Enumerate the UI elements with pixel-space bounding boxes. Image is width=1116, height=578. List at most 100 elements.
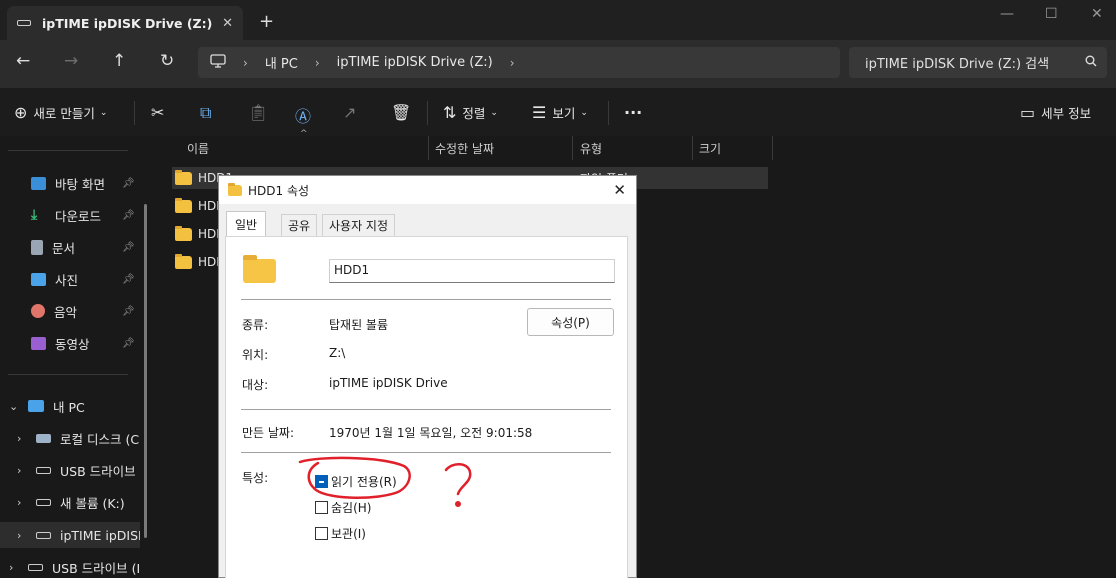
new-button[interactable]: ⊕ 새로 만들기 ⌄ bbox=[14, 103, 107, 122]
tab-bar: ipTIME ipDISK Drive (Z:) ✕ + — ☐ ✕ bbox=[0, 0, 1116, 40]
target-label: 대상: bbox=[242, 378, 269, 392]
sidebar-item-music[interactable]: 음악 📌︎ bbox=[0, 298, 140, 324]
properties-button[interactable]: 속성(P) bbox=[527, 308, 614, 336]
sidebar-item-usb-drive-2[interactable]: › USB 드라이브 (I bbox=[0, 554, 140, 578]
sidebar-item-documents[interactable]: 문서 📌︎ bbox=[0, 234, 140, 260]
address-bar[interactable]: › 내 PC › ipTIME ipDISK Drive (Z:) › bbox=[198, 47, 840, 78]
sidebar-item-desktop[interactable]: 바탕 화면 📌︎ bbox=[0, 170, 140, 196]
location-label: 위치: bbox=[242, 348, 269, 362]
checkbox-icon[interactable] bbox=[315, 527, 328, 540]
divider bbox=[241, 299, 611, 300]
sidebar-label: 새 볼륨 (K:) bbox=[60, 495, 125, 511]
forward-icon[interactable]: → bbox=[64, 51, 78, 71]
created-label: 만든 날짜: bbox=[242, 426, 295, 440]
column-divider[interactable] bbox=[772, 136, 773, 160]
sidebar-item-iptime-disk[interactable]: › ipTIME ipDISK bbox=[0, 522, 140, 548]
cut-icon[interactable]: ✂ bbox=[151, 103, 164, 122]
divider bbox=[608, 101, 609, 125]
details-button[interactable]: ▭ 세부 정보 bbox=[1020, 103, 1091, 122]
chevron-right-icon[interactable]: › bbox=[17, 432, 27, 445]
tab-title: ipTIME ipDISK Drive (Z:) bbox=[42, 15, 213, 31]
delete-icon[interactable]: 🗑︎ bbox=[391, 103, 411, 122]
checkbox-indeterminate-icon[interactable] bbox=[315, 475, 328, 488]
breadcrumb-drive[interactable]: ipTIME ipDISK Drive (Z:) bbox=[337, 55, 493, 70]
pin-icon[interactable]: 📌︎ bbox=[122, 178, 135, 189]
maximize-icon[interactable]: ☐ bbox=[1045, 6, 1058, 22]
more-options-button[interactable]: ··· bbox=[624, 103, 642, 122]
folder-icon bbox=[243, 255, 276, 283]
close-window-icon[interactable]: ✕ bbox=[1091, 6, 1103, 22]
desktop-icon bbox=[31, 176, 46, 190]
chevron-down-icon: ⌄ bbox=[580, 107, 588, 118]
sidebar-item-downloads[interactable]: ⤓ 다운로드 📌︎ bbox=[0, 202, 140, 228]
pin-icon[interactable]: 📌︎ bbox=[122, 338, 135, 349]
sidebar-label: 바탕 화면 bbox=[55, 176, 105, 192]
search-placeholder: ipTIME ipDISK Drive (Z:) 검색 bbox=[865, 57, 1050, 72]
sidebar-label: USB 드라이브 (I bbox=[52, 560, 140, 576]
chevron-right-icon[interactable]: › bbox=[17, 496, 27, 509]
chevron-right-icon[interactable]: › bbox=[315, 56, 320, 70]
pin-icon[interactable]: 📌︎ bbox=[122, 306, 135, 317]
hidden-label: 숨김(H) bbox=[331, 501, 372, 515]
minimize-icon[interactable]: — bbox=[1000, 6, 1014, 22]
sidebar-scrollbar[interactable] bbox=[144, 204, 147, 538]
archive-label: 보관(I) bbox=[331, 527, 366, 541]
close-tab-icon[interactable]: ✕ bbox=[222, 16, 233, 31]
column-header-name[interactable]: 이름 bbox=[187, 136, 209, 160]
chevron-down-icon[interactable]: ⌄ bbox=[9, 400, 19, 413]
refresh-icon[interactable]: ↻ bbox=[160, 51, 174, 71]
hidden-checkbox[interactable]: 숨김(H) bbox=[315, 499, 371, 516]
drive-icon bbox=[36, 498, 51, 506]
sort-button[interactable]: ⇅ 정렬 ⌄ bbox=[443, 103, 498, 122]
tab-sharing[interactable]: 공유 bbox=[281, 214, 318, 236]
dialog-title: HDD1 속성 bbox=[248, 183, 310, 198]
dialog-title-bar[interactable]: HDD1 속성 ✕ bbox=[219, 176, 636, 204]
paste-icon[interactable]: 📋︎ bbox=[248, 103, 268, 122]
search-input[interactable]: ipTIME ipDISK Drive (Z:) 검색 bbox=[849, 47, 1107, 78]
close-icon[interactable]: ✕ bbox=[613, 181, 626, 199]
chevron-right-icon[interactable]: › bbox=[243, 56, 248, 70]
sidebar-item-new-volume[interactable]: › 새 볼륨 (K:) bbox=[0, 489, 140, 515]
chevron-right-icon[interactable]: › bbox=[17, 529, 27, 542]
rename-icon[interactable]: Ⓐ bbox=[295, 103, 311, 127]
folder-name-field[interactable]: HDD1 bbox=[329, 259, 615, 283]
target-value: ipTIME ipDISK Drive bbox=[329, 376, 448, 390]
chevron-right-icon[interactable]: › bbox=[17, 464, 27, 477]
tab-iptime-drive[interactable]: ipTIME ipDISK Drive (Z:) ✕ bbox=[7, 6, 243, 40]
view-label: 보기 bbox=[552, 106, 576, 121]
chevron-right-icon[interactable]: › bbox=[9, 561, 19, 574]
new-tab-button[interactable]: + bbox=[259, 11, 274, 32]
column-header-modified[interactable]: 수정한 날짜 bbox=[435, 136, 494, 160]
sidebar-item-this-pc[interactable]: ⌄ 내 PC bbox=[0, 393, 140, 419]
checkbox-icon[interactable] bbox=[315, 501, 328, 514]
type-label: 종류: bbox=[242, 318, 269, 332]
sidebar-item-videos[interactable]: 동영상 📌︎ bbox=[0, 330, 140, 356]
archive-checkbox[interactable]: 보관(I) bbox=[315, 525, 366, 542]
new-label: 새로 만들기 bbox=[33, 106, 95, 121]
chevron-right-icon[interactable]: › bbox=[510, 56, 515, 70]
column-divider[interactable] bbox=[572, 136, 573, 160]
back-icon[interactable]: ← bbox=[16, 51, 30, 71]
drive-icon bbox=[36, 531, 51, 539]
copy-icon[interactable]: ⧉ bbox=[200, 103, 211, 123]
view-button[interactable]: ☰ 보기 ⌄ bbox=[532, 103, 588, 122]
sidebar-item-local-disk[interactable]: › 로컬 디스크 (C bbox=[0, 425, 140, 451]
tab-general[interactable]: 일반 bbox=[226, 211, 267, 237]
pin-icon[interactable]: 📌︎ bbox=[122, 274, 135, 285]
column-header-size[interactable]: 크기 bbox=[699, 136, 721, 160]
pin-icon[interactable]: 📌︎ bbox=[122, 242, 135, 253]
up-icon[interactable]: ↑ bbox=[112, 51, 126, 71]
column-divider[interactable] bbox=[692, 136, 693, 160]
breadcrumb-this-pc[interactable]: 내 PC bbox=[265, 53, 298, 72]
video-icon bbox=[31, 336, 46, 350]
pin-icon[interactable]: 📌︎ bbox=[122, 210, 135, 221]
column-divider[interactable] bbox=[428, 136, 429, 160]
sidebar-item-usb-drive[interactable]: › USB 드라이브 bbox=[0, 457, 140, 483]
column-header-type[interactable]: 유형 bbox=[580, 136, 602, 160]
download-icon: ⤓ bbox=[31, 206, 38, 223]
share-icon[interactable]: ↗ bbox=[343, 103, 356, 122]
tab-customize[interactable]: 사용자 지정 bbox=[322, 214, 396, 236]
readonly-checkbox[interactable]: 읽기 전용(R) bbox=[315, 473, 397, 490]
sidebar-item-pictures[interactable]: 사진 📌︎ bbox=[0, 266, 140, 292]
pictures-icon bbox=[31, 272, 46, 286]
